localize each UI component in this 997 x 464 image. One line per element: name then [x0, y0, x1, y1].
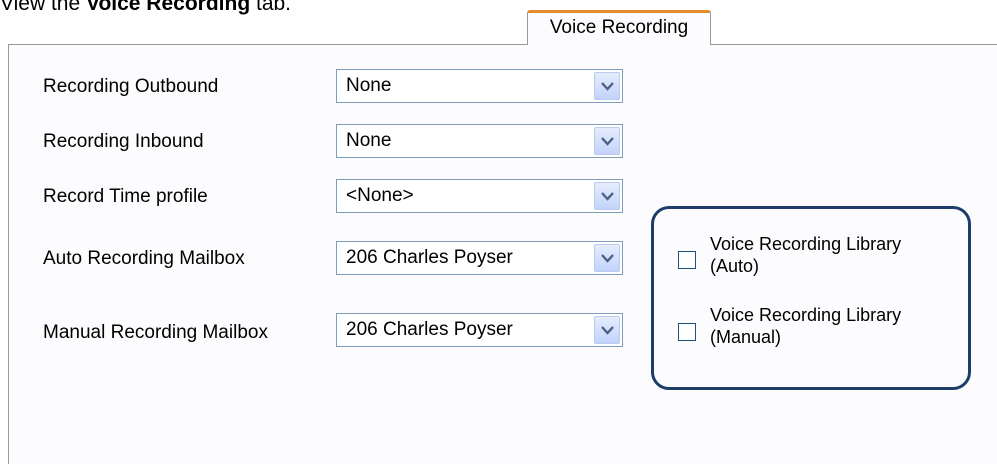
recording-inbound-dropdown-button[interactable] [594, 127, 620, 155]
recording-outbound-dropdown-button[interactable] [594, 72, 620, 100]
manual-recording-mailbox-label: Manual Recording Mailbox [43, 322, 268, 343]
manual-recording-mailbox-dropdown-button[interactable] [594, 316, 620, 344]
record-time-profile-label: Record Time profile [43, 186, 208, 207]
voice-recording-library-auto-label[interactable]: Voice Recording Library (Auto) [710, 233, 901, 277]
instruction-suffix: tab. [250, 0, 292, 15]
record-time-profile-value: <None> [346, 185, 414, 206]
manual-recording-mailbox-value: 206 Charles Poyser [346, 319, 513, 340]
recording-outbound-label: Recording Outbound [43, 76, 219, 97]
auto-recording-mailbox-dropdown-button[interactable] [594, 244, 620, 272]
instruction-tab-name: Voice Recording [86, 0, 251, 15]
chevron-down-icon [601, 326, 614, 335]
instruction-prefix: View the [0, 0, 86, 15]
voice-recording-library-manual-label[interactable]: Voice Recording Library (Manual) [710, 304, 901, 348]
instruction-text: View the Voice Recording tab. [0, 0, 291, 16]
auto-recording-mailbox-select[interactable]: 206 Charles Poyser [336, 241, 623, 275]
record-time-profile-dropdown-button[interactable] [594, 182, 620, 210]
manual-label-line1: Voice Recording Library [710, 305, 902, 325]
chevron-down-icon [601, 137, 614, 146]
voice-recording-library-auto-checkbox[interactable] [678, 251, 696, 269]
recording-inbound-select[interactable]: None [336, 124, 623, 158]
chevron-down-icon [601, 82, 614, 91]
auto-label-line2: (Auto) [710, 256, 760, 276]
voice-recording-library-manual-checkbox[interactable] [678, 323, 696, 341]
recording-inbound-label: Recording Inbound [43, 131, 204, 152]
chevron-down-icon [601, 254, 614, 263]
voice-recording-library-group: Voice Recording Library (Auto) Voice Rec… [651, 206, 971, 390]
manual-label-line2: (Manual) [710, 327, 782, 347]
auto-recording-mailbox-value: 206 Charles Poyser [346, 247, 513, 268]
manual-recording-mailbox-select[interactable]: 206 Charles Poyser [336, 313, 623, 347]
auto-label-line1: Voice Recording Library [710, 234, 902, 254]
recording-inbound-value: None [346, 130, 392, 151]
auto-recording-mailbox-label: Auto Recording Mailbox [43, 248, 245, 269]
record-time-profile-select[interactable]: <None> [336, 179, 623, 213]
chevron-down-icon [601, 192, 614, 201]
tab-label: Voice Recording [549, 17, 689, 38]
recording-outbound-select[interactable]: None [336, 69, 623, 103]
recording-outbound-value: None [346, 75, 392, 96]
tab-voice-recording[interactable]: Voice Recording [527, 10, 711, 45]
